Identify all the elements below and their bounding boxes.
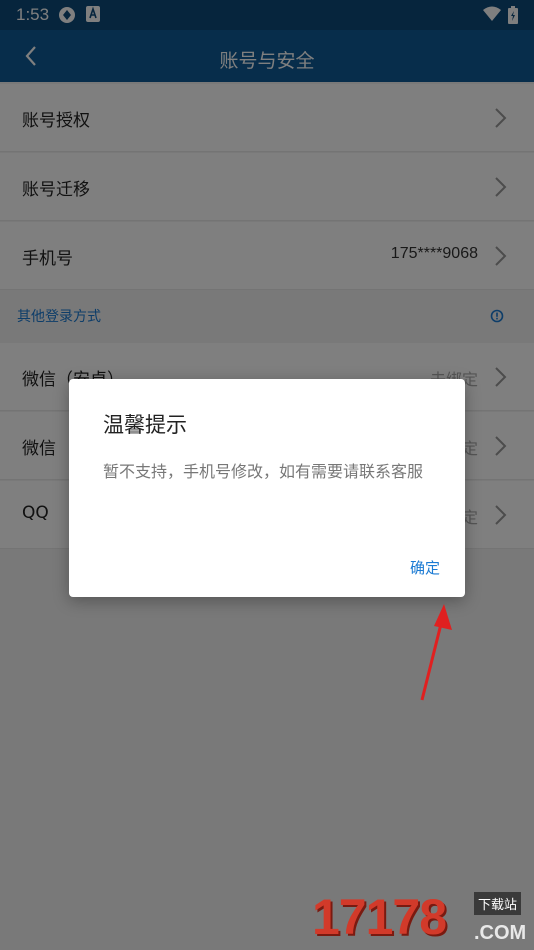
watermark-domain: .COM <box>474 922 527 944</box>
dialog-message: 暂不支持，手机号修改，如有需要请联系客服 <box>103 462 424 481</box>
watermark-logo: 17178 下载站 .COM <box>312 888 534 950</box>
tip-dialog: 温馨提示 暂不支持，手机号修改，如有需要请联系客服 确定 <box>69 379 465 597</box>
dialog-title: 温馨提示 <box>103 413 187 437</box>
watermark-site-name: 下载站 <box>474 892 522 915</box>
annotation-arrow-icon <box>420 604 452 701</box>
watermark-number: 17178 <box>312 889 447 945</box>
confirm-button[interactable]: 确定 <box>410 557 440 578</box>
